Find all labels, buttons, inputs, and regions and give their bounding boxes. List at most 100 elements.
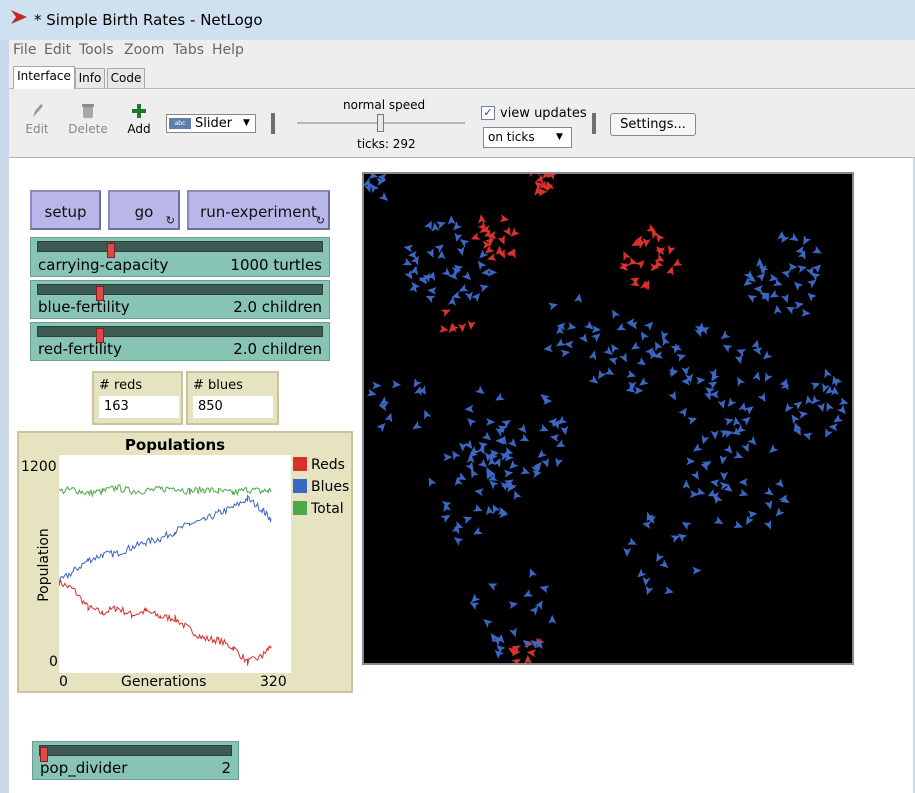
turtle [811, 264, 822, 274]
turtle [608, 357, 619, 366]
turtle [737, 376, 746, 387]
netlogo-logo-icon [10, 9, 28, 29]
settings-button[interactable]: Settings... [610, 113, 696, 136]
turtle [376, 422, 386, 433]
view-updates-label: view updates [500, 106, 587, 121]
world-view[interactable] [362, 172, 854, 665]
menu-zoom[interactable]: Zoom [124, 42, 164, 58]
speed-slider[interactable] [297, 114, 465, 132]
slider-label: blue-fertility [38, 298, 130, 316]
turtle [478, 214, 487, 224]
turtle [764, 499, 773, 510]
slider-pop-divider[interactable]: pop_divider 2 [32, 741, 239, 780]
turtle [741, 416, 751, 426]
legend-label: Reds [311, 457, 345, 473]
turtle [519, 433, 530, 442]
turtle [733, 416, 741, 427]
delete-button[interactable]: Delete [67, 103, 109, 136]
turtle [471, 292, 481, 303]
x-axis-label: Generations [121, 674, 207, 690]
menu-tools[interactable]: Tools [79, 42, 114, 58]
turtle [727, 397, 737, 407]
widget-type-select[interactable]: abc Slider ▼ [166, 114, 256, 133]
monitor-blues: # blues 850 [186, 371, 279, 425]
turtle [524, 654, 533, 663]
speed-slider-thumb[interactable] [377, 114, 384, 132]
setup-button[interactable]: setup [30, 190, 101, 230]
view-updates-checkbox[interactable]: ✓ [481, 106, 495, 120]
turtle [523, 589, 534, 597]
turtle [499, 214, 510, 223]
turtle [529, 568, 537, 579]
turtle [816, 402, 825, 413]
turtle [453, 221, 463, 231]
turtle [517, 423, 527, 434]
turtle [798, 410, 809, 419]
turtle [483, 619, 493, 628]
turtle [543, 344, 553, 353]
y-tick-label: 0 [49, 654, 58, 670]
turtle [639, 377, 649, 386]
tab-info[interactable]: Info [75, 68, 105, 88]
toolbar: Edit Delete Add abc Slider ▼ normal spee… [9, 89, 915, 158]
slider-blue-fertility[interactable]: blue-fertility 2.0 children [30, 280, 330, 319]
turtle [668, 390, 677, 401]
menu-edit[interactable]: Edit [44, 42, 71, 58]
turtle [763, 519, 772, 530]
slider-track[interactable] [37, 241, 323, 258]
turtle [788, 232, 799, 242]
turtle [833, 377, 843, 387]
turtle [828, 423, 838, 432]
turtle [797, 265, 807, 273]
slider-track[interactable] [37, 284, 323, 301]
turtle [448, 271, 458, 280]
turtle [481, 431, 492, 441]
add-button[interactable]: Add [125, 103, 153, 136]
slider-track[interactable] [39, 745, 232, 762]
turtle [805, 395, 814, 405]
go-button[interactable]: go ↻ [108, 190, 180, 230]
turtle [555, 457, 564, 468]
slider-label: red-fertility [38, 340, 122, 358]
menu-bar: File Edit Tools Zoom Tabs Help [0, 40, 915, 62]
turtle [453, 537, 464, 546]
turtle [538, 423, 549, 432]
turtle [527, 174, 537, 177]
turtle [612, 309, 621, 320]
turtle [511, 658, 521, 663]
speed-label: normal speed [343, 98, 426, 112]
menu-tabs[interactable]: Tabs [173, 42, 204, 58]
turtle [747, 510, 758, 519]
edit-button[interactable]: Edit [23, 103, 51, 136]
turtle [556, 338, 566, 347]
turtle [640, 331, 649, 342]
turtle [738, 478, 748, 487]
turtle [666, 266, 674, 276]
turtle [619, 352, 627, 363]
update-mode-select[interactable]: on ticks ▼ [483, 127, 572, 148]
slider-red-fertility[interactable]: red-fertility 2.0 children [30, 322, 330, 361]
slider-label: carrying-capacity [38, 256, 169, 274]
slider-value: 1000 turtles [230, 256, 322, 274]
turtle [470, 232, 481, 240]
toolbar-divider [271, 113, 275, 134]
turtle [738, 402, 747, 412]
menu-file[interactable]: File [13, 42, 36, 58]
slider-track[interactable] [37, 326, 323, 343]
tab-code[interactable]: Code [107, 68, 145, 88]
turtle [807, 292, 817, 302]
menu-help[interactable]: Help [212, 42, 244, 58]
monitor-value: 163 [99, 396, 179, 418]
turtle [410, 265, 419, 276]
tab-interface[interactable]: Interface [13, 66, 75, 89]
turtle [686, 457, 696, 466]
turtle [496, 645, 506, 654]
turtle [644, 321, 654, 331]
turtle [824, 368, 832, 379]
turtle [403, 244, 414, 253]
turtle [495, 392, 505, 401]
slider-carrying-capacity[interactable]: carrying-capacity 1000 turtles [30, 237, 330, 277]
turtle [802, 432, 813, 441]
turtle [690, 470, 699, 480]
run-experiment-button[interactable]: run-experiment ↻ [187, 190, 330, 230]
